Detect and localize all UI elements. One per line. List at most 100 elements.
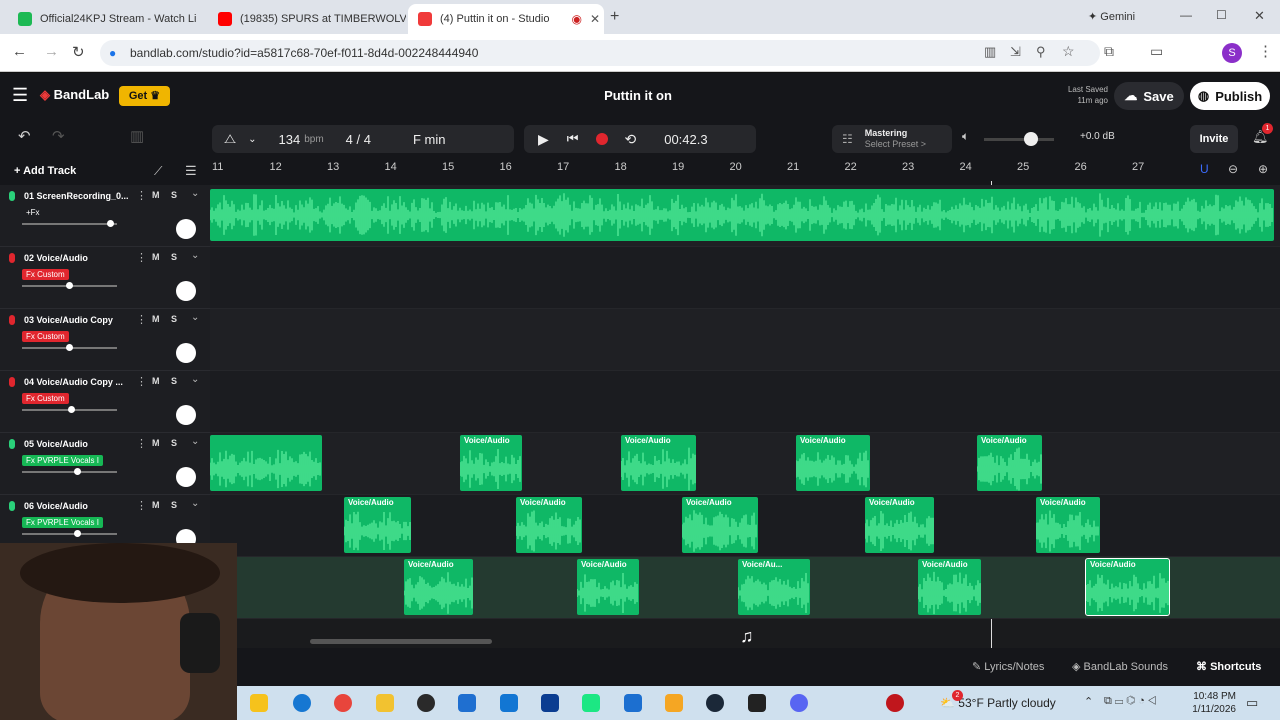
menu-kebab-icon[interactable]: ⋮ — [1258, 42, 1273, 60]
track-menu-icon[interactable]: ⋮ — [136, 437, 147, 450]
mic-icon[interactable] — [9, 315, 15, 325]
audio-clip[interactable]: Voice/Audio — [918, 559, 981, 615]
redo-icon[interactable]: ↷ — [52, 127, 65, 145]
solo-button[interactable]: S — [171, 438, 177, 448]
app-icon[interactable] — [624, 694, 642, 712]
magnet-snap-icon[interactable]: U — [1200, 162, 1209, 176]
track-volume-handle[interactable] — [66, 282, 73, 289]
mastering-button[interactable]: ☷ Mastering Select Preset > — [832, 125, 952, 153]
mic-icon[interactable] — [9, 439, 15, 449]
audio-clip[interactable]: Voice/Audio — [516, 497, 582, 553]
widgets-icon[interactable] — [250, 694, 268, 712]
back-icon[interactable]: ← — [12, 43, 27, 60]
reader-icon[interactable]: ▥ — [984, 44, 996, 60]
track-name[interactable]: 04 Voice/Audio Copy ... — [24, 377, 123, 387]
audio-clip[interactable]: Voice/Audio — [682, 497, 758, 553]
notification-center-icon[interactable]: ▭ — [1246, 695, 1258, 711]
mixer-icon[interactable]: ▥ — [130, 127, 144, 145]
audio-clip[interactable]: Voice/Audio — [1085, 558, 1170, 616]
hamburger-menu-icon[interactable]: ☰ — [12, 85, 28, 106]
fx-tag[interactable]: Fx Custom — [22, 393, 69, 404]
audio-clip[interactable]: Voice/Audio — [460, 435, 522, 491]
minimize-icon[interactable]: — — [1180, 8, 1192, 22]
new-tab-icon[interactable]: + — [610, 8, 619, 26]
track-name[interactable]: 05 Voice/Audio — [24, 439, 88, 449]
expand-chevron-icon[interactable]: ⌄ — [191, 188, 199, 199]
loop-icon[interactable]: ⟲ — [624, 131, 636, 148]
track-volume-slider[interactable] — [22, 223, 117, 225]
edge-icon[interactable] — [293, 694, 311, 712]
track-lane-4[interactable] — [210, 371, 1280, 433]
close-tab-icon[interactable]: ✕ — [582, 12, 600, 26]
disney-icon[interactable] — [541, 694, 559, 712]
track-control-2[interactable]: 02 Voice/Audio ⋮ M S ⌄ Fx Custom — [0, 247, 210, 309]
invite-button[interactable]: Invite — [1190, 125, 1238, 153]
horizontal-scrollbar[interactable] — [310, 639, 492, 644]
pan-knob[interactable] — [176, 219, 196, 239]
steam-icon[interactable] — [706, 694, 724, 712]
mute-button[interactable]: M — [152, 500, 160, 510]
pan-knob[interactable] — [176, 281, 196, 301]
track-menu-icon[interactable]: ⋮ — [136, 375, 147, 388]
fx-tag[interactable]: Fx PVRPLE Vocals I — [22, 455, 103, 466]
obs-icon[interactable] — [417, 694, 435, 712]
mute-button[interactable]: M — [152, 252, 160, 262]
solo-button[interactable]: S — [171, 500, 177, 510]
speaker-icon[interactable]: 🔈︎ — [962, 129, 969, 144]
solo-button[interactable]: S — [171, 190, 177, 200]
discord-icon[interactable] — [790, 694, 808, 712]
url-input[interactable]: ● bandlab.com/studio?id=a5817c68-70ef-f0… — [100, 40, 1100, 66]
add-track-button[interactable]: + Add Track — [14, 165, 76, 177]
mute-button[interactable]: M — [152, 438, 160, 448]
solo-button[interactable]: S — [171, 376, 177, 386]
expand-chevron-icon[interactable]: ⌄ — [191, 374, 199, 385]
track-lane-2[interactable] — [210, 247, 1280, 309]
track-control-4[interactable]: 04 Voice/Audio Copy ... ⋮ M S ⌄ Fx Custo… — [0, 371, 210, 433]
track-volume-handle[interactable] — [74, 530, 81, 537]
epic-games-icon[interactable] — [748, 694, 766, 712]
skip-back-icon[interactable]: ⏮ — [567, 131, 579, 147]
site-info-icon[interactable]: ● — [109, 40, 116, 66]
audio-clip[interactable] — [210, 435, 322, 491]
profile-avatar[interactable]: S — [1222, 43, 1242, 63]
mail-icon[interactable] — [500, 694, 518, 712]
audio-clip[interactable]: Voice/Audio — [577, 559, 639, 615]
zoom-in-icon[interactable]: ⊕ — [1258, 162, 1268, 176]
forward-icon[interactable]: → — [44, 43, 59, 60]
pan-knob[interactable] — [176, 467, 196, 487]
expand-chevron-icon[interactable]: ⌄ — [191, 498, 199, 509]
mute-button[interactable]: M — [152, 314, 160, 324]
bookmark-star-icon[interactable]: ☆ — [1062, 43, 1075, 60]
gemini-button[interactable]: ✦ Gemini — [1088, 10, 1135, 23]
audio-clip[interactable]: Voice/Audio — [1036, 497, 1100, 553]
track-volume-slider[interactable] — [22, 533, 117, 535]
browser-tab-1[interactable]: Official24KPJ Stream - Watch Li ✕ — [8, 4, 206, 34]
file-explorer-icon[interactable] — [376, 694, 394, 712]
mic-icon[interactable] — [9, 191, 15, 201]
mute-button[interactable]: M — [152, 376, 160, 386]
track-menu-icon[interactable]: ⋮ — [136, 313, 147, 326]
sidebar-icon[interactable]: ▭ — [1150, 43, 1163, 60]
zoom-out-icon[interactable]: ⊖ — [1228, 162, 1238, 176]
track-name[interactable]: 01 ScreenRecording_0... — [24, 191, 129, 201]
get-membership-button[interactable]: Get ♛ — [119, 86, 170, 106]
fx-tag[interactable]: Fx PVRPLE Vocals I — [22, 517, 103, 528]
master-volume-slider[interactable] — [984, 138, 1054, 141]
close-tab-icon[interactable]: ✕ — [197, 12, 207, 26]
lyrics-notes-button[interactable]: ✎ Lyrics/Notes — [972, 660, 1044, 673]
mic-icon[interactable] — [9, 377, 15, 387]
audio-clip[interactable]: Voice/Audio — [977, 435, 1042, 491]
track-lane-5[interactable] — [210, 433, 1280, 495]
bpm-value[interactable]: 134 — [279, 132, 301, 147]
key-signature[interactable]: F min — [413, 132, 446, 147]
record-icon[interactable] — [596, 133, 609, 145]
clock[interactable]: 10:48 PM 1/11/2026 — [1186, 690, 1236, 716]
timeline-ruler[interactable]: 11 12 13 14 15 16 17 18 19 20 21 22 23 24 25 26 27 — [210, 159, 1280, 185]
time-signature[interactable]: 4 / 4 — [346, 132, 371, 147]
track-volume-handle[interactable] — [74, 468, 81, 475]
browser-tab-3-active[interactable]: (4) Puttin it on - Studio ◉ ✕ — [408, 4, 604, 34]
track-volume-handle[interactable] — [107, 220, 114, 227]
audio-clip[interactable]: Voice/Audio — [865, 497, 934, 553]
audio-clip[interactable]: Voice/Au... — [738, 559, 810, 615]
mic-icon[interactable] — [9, 501, 15, 511]
